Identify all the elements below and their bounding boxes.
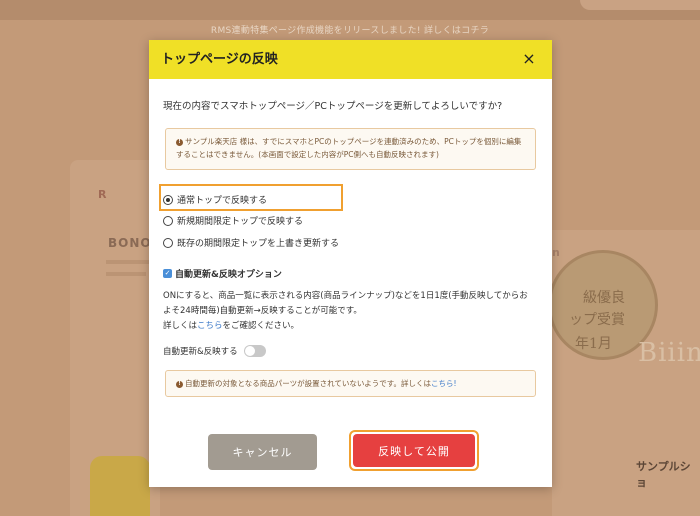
cancel-button[interactable]: キャンセル [208,434,317,470]
background-logo-r: R [98,188,107,201]
background-brand-text: BONO [108,236,152,250]
radio-new-limited-top[interactable]: 新規期間限定トップで反映する [163,214,303,227]
background-preview-card-right: n 級優良 ップ受賞 年1月 Biiin サンプルショ [548,230,700,516]
auto-update-description: ONにすると、商品一覧に表示される内容(商品ラインナップ)などを1日1度(手動反… [163,289,543,334]
notice-details-link[interactable]: こちら! [431,379,457,388]
radio-button[interactable] [163,194,173,205]
radio-button[interactable] [163,237,173,248]
publish-button[interactable]: 反映して公開 [353,434,475,467]
desc-line: ONにすると、商品一覧に表示される内容(商品ラインナップ)などを1日1度(手動反… [163,291,528,301]
background-announcement-banner: RMS連動特集ページ作成機能をリリースしました! 詳しくはコチラ [210,26,490,36]
background-brand-large: Biiin [638,338,700,368]
radio-overwrite-limited-top[interactable]: 既存の期間限定トップを上書き更新する [163,236,339,249]
warning-icon: ! [176,138,183,146]
seal-text: ップ受賞 [569,312,625,328]
background-card-prefix: n [552,246,560,259]
radio-normal-top[interactable]: 通常トップで反映する [163,193,267,206]
publish-top-page-dialog: トップページの反映 × 現在の内容でスマホトップページ／PCトップページを更新し… [149,40,552,487]
dialog-title: トップページの反映 [161,52,278,67]
confirm-question: 現在の内容でスマホトップページ／PCトップページを更新してよろしいですか? [163,101,503,112]
details-link[interactable]: こちら [197,321,223,331]
desc-line: よそ24時間毎)自動更新→反映することが可能です。 [163,306,362,316]
background-product-image [90,456,150,516]
radio-button[interactable] [163,215,173,226]
radio-label: 既存の期間限定トップを上書き更新する [177,239,340,249]
info-icon: ! [176,380,183,388]
seal-text: 級優良 [583,290,625,306]
warning-line: ! サンプル楽天店 様は、すでにスマホとPCのトップページを連動済みのため、PCト… [176,135,525,148]
warning-line: することはできません。(本画面で設定した内容がPC側へも自動反映されます) [176,150,439,159]
toggle-knob [244,346,255,356]
toggle-label: 自動更新&反映する [163,347,238,357]
auto-update-option-heading: ✓ 自動更新&反映オプション [163,267,282,280]
desc-prefix: 詳しくは [163,321,198,331]
background-topbar-pill [580,0,700,10]
background-text-line [106,272,146,276]
background-preview-card-left: R BONO [70,160,160,516]
auto-update-toggle[interactable] [243,345,266,357]
background-topbar [0,0,700,20]
background-shop-name: サンプルショ [636,460,691,489]
auto-update-toggle-row: 自動更新&反映する [163,345,266,357]
desc-suffix: をご確認ください。 [222,321,300,331]
close-icon[interactable]: × [520,50,538,68]
radio-label: 新規期間限定トップで反映する [177,217,304,227]
warning-text: サンプル楽天店 様は、すでにスマホとPCのトップページを連動済みのため、PCトッ… [185,137,522,146]
seal-text: 年1月 [575,336,612,352]
sync-warning-box: ! サンプル楽天店 様は、すでにスマホとPCのトップページを連動済みのため、PCト… [165,128,536,170]
radio-label: 通常トップで反映する [177,196,268,206]
no-product-parts-notice: ! 自動更新の対象となる商品パーツが設置されていないようです。詳しくはこちら! [165,370,536,397]
checkbox-icon: ✓ [163,269,172,278]
notice-text: 自動更新の対象となる商品パーツが設置されていないようです。詳しくは [185,379,431,388]
desc-line: 詳しくはこちらをご確認ください。 [163,319,543,334]
dialog-header: トップページの反映 × [149,40,552,79]
option-heading-text: 自動更新&反映オプション [175,270,282,280]
